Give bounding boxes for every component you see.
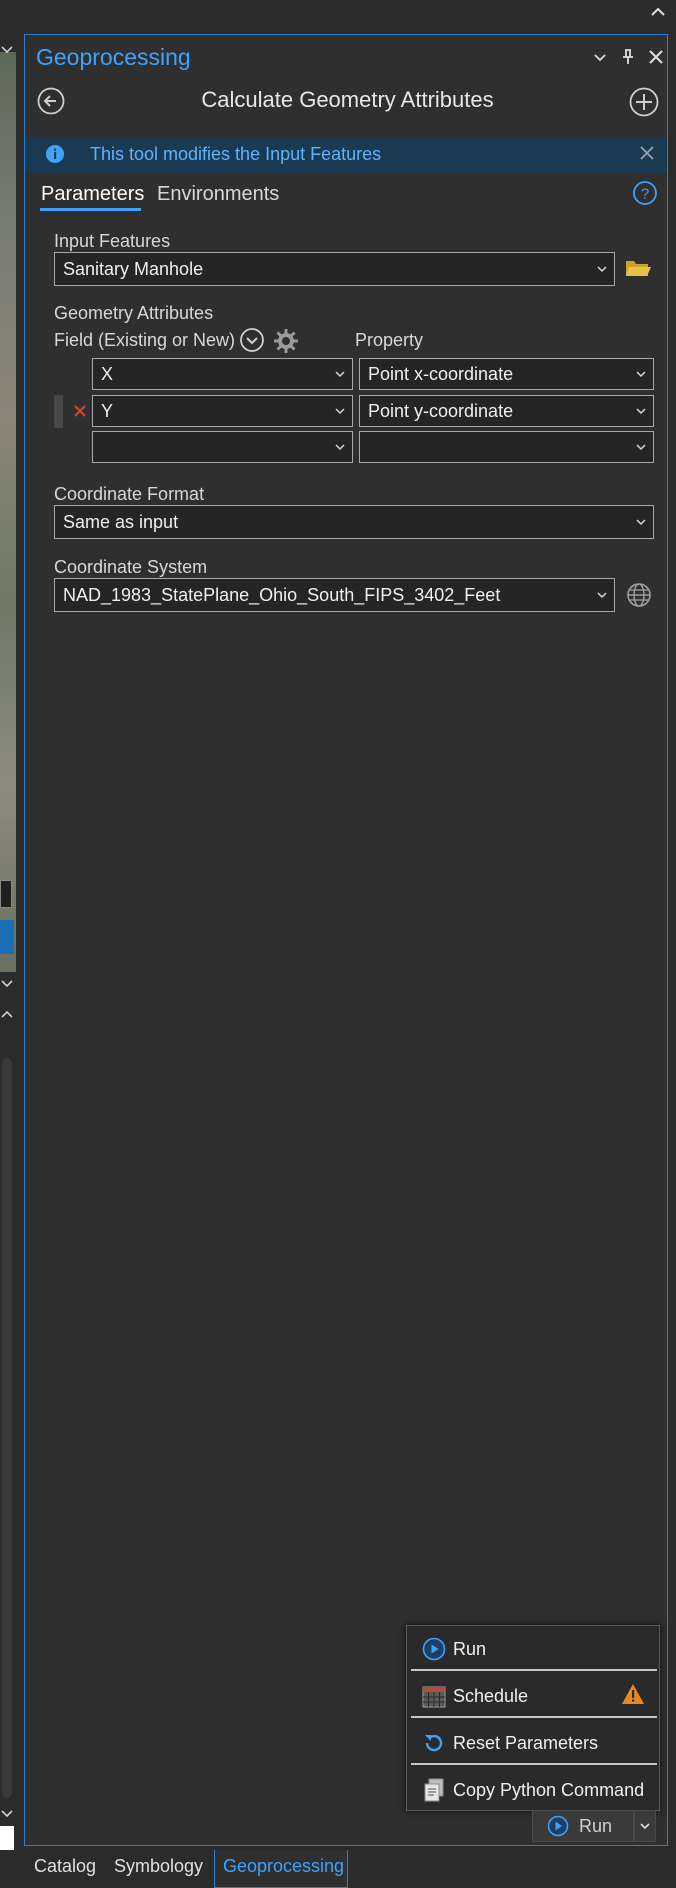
chevron-up-icon[interactable] (648, 2, 668, 22)
gear-icon[interactable] (272, 327, 300, 355)
tab-environments[interactable]: Environments (157, 183, 279, 206)
menu-item-run[interactable]: Run (413, 1628, 657, 1670)
chevron-down-icon (629, 506, 653, 538)
help-icon[interactable]: ? (632, 180, 658, 206)
info-message: This tool modifies the Input Features (90, 144, 382, 164)
coordinate-system-label: Coordinate System (54, 557, 208, 577)
map-view-edge (0, 52, 16, 972)
close-icon[interactable] (646, 46, 666, 68)
row-drag-handle[interactable] (54, 395, 63, 428)
menu-item-copy-python-command[interactable]: Copy Python Command (413, 1769, 657, 1811)
geometry-attributes-label: Geometry Attributes (54, 303, 214, 323)
active-tab-indicator (40, 208, 141, 211)
map-control[interactable] (0, 880, 12, 908)
tab-geoprocessing[interactable]: Geoprocessing (223, 1856, 344, 1877)
coordinate-system-dropdown[interactable]: NAD_1983_StatePlane_Ohio_South_FIPS_3402… (54, 578, 615, 612)
app-top-strip (0, 0, 676, 26)
copy-script-icon (421, 1777, 447, 1803)
chevron-down-icon (629, 432, 653, 462)
pane-title: Geoprocessing (36, 44, 191, 70)
property-dropdown[interactable] (359, 431, 654, 463)
coordinate-system-value: NAD_1983_StatePlane_Ohio_South_FIPS_3402… (63, 584, 501, 605)
input-features-label: Input Features (54, 231, 171, 251)
property-value: Point x-coordinate (368, 363, 514, 384)
calendar-icon (421, 1683, 447, 1709)
tab-catalog[interactable]: Catalog (34, 1856, 96, 1877)
field-dropdown[interactable]: Y (92, 395, 353, 427)
info-icon (44, 143, 66, 165)
globe-icon[interactable] (626, 582, 652, 608)
menu-item-label: Run (453, 1638, 487, 1659)
back-arrow-icon[interactable] (36, 86, 66, 116)
pane-header-controls (590, 44, 666, 70)
chevron-down-icon (328, 396, 352, 426)
chevron-down-icon (639, 1820, 651, 1832)
run-options-dropdown[interactable] (634, 1810, 656, 1842)
menu-item-reset-parameters[interactable]: Reset Parameters (413, 1722, 657, 1764)
add-plus-icon[interactable] (628, 86, 660, 118)
run-play-icon (547, 1815, 569, 1837)
field-value: Y (101, 400, 114, 421)
field-dropdown[interactable]: X (92, 358, 353, 390)
close-icon[interactable] (637, 143, 657, 163)
chevron-down-icon (328, 359, 352, 389)
menu-item-schedule[interactable]: Schedule (413, 1675, 657, 1717)
chevron-down-icon (590, 579, 614, 611)
chevron-down-icon (629, 359, 653, 389)
chevron-down-icon[interactable] (0, 42, 14, 56)
delete-row-icon[interactable] (72, 403, 88, 419)
menu-item-label: Copy Python Command (453, 1779, 645, 1800)
property-value: Point y-coordinate (368, 400, 514, 421)
folder-browse-icon[interactable] (624, 256, 652, 280)
pin-icon[interactable] (618, 46, 638, 68)
run-button-label: Run (579, 1815, 613, 1836)
menu-item-label: Schedule (453, 1685, 529, 1706)
input-features-dropdown[interactable]: Sanitary Manhole (54, 252, 615, 286)
tab-symbology[interactable]: Symbology (114, 1856, 203, 1877)
field-value: X (101, 363, 114, 384)
menu-separator (411, 1716, 657, 1718)
property-dropdown[interactable]: Point y-coordinate (359, 395, 654, 427)
menu-separator (411, 1763, 657, 1765)
run-play-icon (421, 1636, 447, 1662)
chevron-up-icon[interactable] (0, 1008, 14, 1022)
field-dropdown[interactable] (92, 431, 353, 463)
circle-chevron-down-icon[interactable] (239, 327, 265, 353)
input-features-value: Sanitary Manhole (63, 258, 204, 279)
warning-icon (621, 1683, 645, 1710)
property-column-header: Property (355, 330, 424, 350)
coordinate-format-value: Same as input (63, 511, 179, 532)
chevron-down-icon (629, 396, 653, 426)
tab-parameters[interactable]: Parameters (41, 183, 144, 206)
chevron-down-icon (590, 253, 614, 285)
coordinate-format-label: Coordinate Format (54, 484, 205, 504)
map-tool-button[interactable] (0, 920, 14, 954)
left-pane-scrollbar[interactable] (2, 1058, 12, 1798)
chevron-down-icon[interactable] (0, 1806, 14, 1820)
field-column-header: Field (Existing or New) (54, 330, 236, 350)
chevron-down-icon (328, 432, 352, 462)
property-dropdown[interactable]: Point x-coordinate (359, 358, 654, 390)
coordinate-format-dropdown[interactable]: Same as input (54, 505, 654, 539)
run-button[interactable]: Run (532, 1810, 634, 1842)
chevron-down-icon[interactable] (0, 976, 14, 990)
tool-title: Calculate Geometry Attributes (201, 87, 494, 112)
svg-text:?: ? (641, 186, 649, 203)
menu-separator (411, 1669, 657, 1671)
reset-icon (421, 1730, 447, 1756)
pane-options-chevron-icon[interactable] (590, 46, 610, 68)
menu-item-label: Reset Parameters (453, 1732, 599, 1753)
